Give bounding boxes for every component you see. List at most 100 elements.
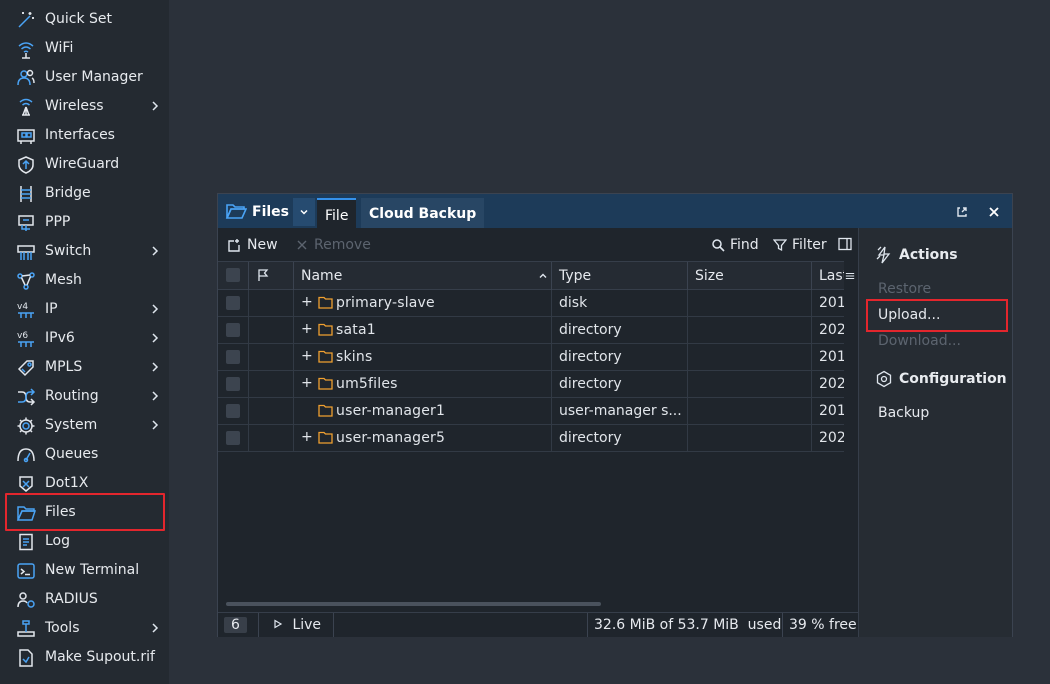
last-modified-column-header[interactable]: Last bbox=[811, 262, 844, 290]
x-icon bbox=[297, 240, 307, 250]
expand-icon[interactable]: + bbox=[301, 348, 313, 364]
magic-wand-icon bbox=[15, 9, 37, 31]
sidebar-item-new-terminal[interactable]: New Terminal bbox=[0, 556, 169, 585]
row-checkbox[interactable] bbox=[226, 377, 240, 391]
backup-action[interactable]: Backup bbox=[878, 405, 929, 421]
expand-icon[interactable]: + bbox=[301, 321, 313, 337]
sidebar-item-routing[interactable]: Routing bbox=[0, 382, 169, 411]
sidebar-item-label: Switch bbox=[45, 243, 92, 259]
live-label: Live bbox=[292, 617, 322, 633]
sidebar-item-make-supout-rif[interactable]: Make Supout.rif bbox=[0, 643, 169, 672]
restore-window-button[interactable] bbox=[955, 204, 969, 218]
sidebar-item-label: Tools bbox=[45, 620, 80, 636]
table-row[interactable]: + skins directory 201 bbox=[218, 344, 844, 371]
toggle-panel-button[interactable] bbox=[838, 237, 852, 251]
flag-column-header[interactable] bbox=[248, 262, 293, 290]
close-icon bbox=[989, 207, 999, 217]
sidebar-item-ipv6[interactable]: v6 IPv6 bbox=[0, 324, 169, 353]
tools-icon bbox=[15, 618, 37, 640]
expand-icon[interactable]: + bbox=[301, 375, 313, 391]
size-cell bbox=[687, 344, 811, 370]
sidebar-item-system[interactable]: System bbox=[0, 411, 169, 440]
close-window-button[interactable] bbox=[987, 204, 1001, 218]
row-checkbox[interactable] bbox=[226, 323, 240, 337]
table-row[interactable]: user-manager1 user-manager s... 201 bbox=[218, 398, 844, 425]
size-column-header[interactable]: Size bbox=[687, 262, 811, 290]
tab-file[interactable]: File bbox=[317, 198, 357, 228]
free-space-text: 39 % free bbox=[782, 613, 858, 637]
gear-icon bbox=[15, 415, 37, 437]
sidebar-item-mpls[interactable]: MPLS bbox=[0, 353, 169, 382]
ipv4-icon: v4 bbox=[15, 299, 37, 321]
sidebar-item-radius[interactable]: RADIUS bbox=[0, 585, 169, 614]
play-icon bbox=[274, 619, 283, 629]
sidebar-item-interfaces[interactable]: Interfaces bbox=[0, 121, 169, 150]
last-modified-cell: 201 bbox=[811, 290, 844, 316]
column-menu-icon[interactable] bbox=[845, 270, 855, 282]
chevron-right-icon bbox=[152, 333, 159, 343]
find-button[interactable]: Find bbox=[711, 237, 759, 253]
remove-button[interactable]: Remove bbox=[295, 237, 371, 253]
svg-text:v4: v4 bbox=[17, 302, 28, 312]
sidebar-item-wifi[interactable]: WiFi bbox=[0, 34, 169, 63]
sidebar-item-bridge[interactable]: Bridge bbox=[0, 179, 169, 208]
sidebar-item-ppp[interactable]: PPP bbox=[0, 208, 169, 237]
sidebar-item-wireless[interactable]: Wireless bbox=[0, 92, 169, 121]
horizontal-scrollbar[interactable] bbox=[226, 602, 601, 606]
sidebar-item-ip[interactable]: v4 IP bbox=[0, 295, 169, 324]
new-item-icon bbox=[228, 239, 240, 252]
mesh-icon bbox=[15, 270, 37, 292]
row-checkbox[interactable] bbox=[226, 296, 240, 310]
tag-icon bbox=[15, 357, 37, 379]
size-cell bbox=[687, 371, 811, 397]
download-action[interactable]: Download... bbox=[878, 333, 961, 349]
table-row[interactable]: + sata1 directory 202 bbox=[218, 317, 844, 344]
sidebar-item-queues[interactable]: Queues bbox=[0, 440, 169, 469]
type-cell: directory bbox=[551, 317, 687, 343]
restore-action[interactable]: Restore bbox=[878, 281, 931, 297]
interface-card-icon bbox=[15, 125, 37, 147]
expand-icon[interactable]: + bbox=[301, 294, 313, 310]
last-modified-cell: 202 bbox=[811, 425, 844, 451]
expand-icon[interactable]: + bbox=[301, 429, 313, 445]
row-checkbox[interactable] bbox=[226, 350, 240, 364]
new-button[interactable]: New bbox=[228, 237, 278, 253]
sidebar-item-mesh[interactable]: Mesh bbox=[0, 266, 169, 295]
sidebar-item-user-manager[interactable]: User Manager bbox=[0, 63, 169, 92]
table-row[interactable]: + primary-slave disk 201 bbox=[218, 290, 844, 317]
live-toggle[interactable]: Live bbox=[258, 613, 333, 637]
sidebar-item-label: Queues bbox=[45, 446, 99, 462]
table-row[interactable]: + um5files directory 202 bbox=[218, 371, 844, 398]
window-menu-dropdown[interactable] bbox=[293, 198, 315, 226]
type-cell: disk bbox=[551, 290, 687, 316]
tab-cloud-backup[interactable]: Cloud Backup bbox=[361, 198, 485, 228]
table-header: Name Type Size Last bbox=[218, 261, 855, 290]
type-column-header[interactable]: Type bbox=[551, 262, 687, 290]
row-count-value: 6 bbox=[224, 617, 247, 633]
file-name: skins bbox=[336, 349, 373, 365]
name-column-header[interactable]: Name bbox=[293, 262, 551, 290]
chevron-right-icon bbox=[152, 101, 159, 111]
filter-button[interactable]: Filter bbox=[773, 237, 827, 253]
row-checkbox[interactable] bbox=[226, 404, 240, 418]
row-checkbox[interactable] bbox=[226, 431, 240, 445]
last-modified-cell: 202 bbox=[811, 371, 844, 397]
size-cell bbox=[687, 398, 811, 424]
type-cell: directory bbox=[551, 425, 687, 451]
sidebar-item-quick-set[interactable]: Quick Set bbox=[0, 5, 169, 34]
select-all-checkbox[interactable] bbox=[226, 268, 240, 282]
antenna-icon bbox=[15, 96, 37, 118]
sidebar-item-switch[interactable]: Switch bbox=[0, 237, 169, 266]
sidebar-item-tools[interactable]: Tools bbox=[0, 614, 169, 643]
window-titlebar[interactable]: Files File Cloud Backup bbox=[218, 194, 1012, 228]
lightning-icon bbox=[876, 246, 891, 264]
sidebar-item-label: User Manager bbox=[45, 69, 143, 85]
chevron-right-icon bbox=[152, 304, 159, 314]
sidebar-item-wireguard[interactable]: WireGuard bbox=[0, 150, 169, 179]
status-spacer bbox=[333, 613, 587, 637]
sidebar-item-log[interactable]: Log bbox=[0, 527, 169, 556]
table-row[interactable]: + user-manager5 directory 202 bbox=[218, 425, 844, 452]
sidebar-item-label: System bbox=[45, 417, 98, 433]
sidebar-item-label: IPv6 bbox=[45, 330, 75, 346]
hexagon-gear-icon bbox=[876, 370, 892, 388]
